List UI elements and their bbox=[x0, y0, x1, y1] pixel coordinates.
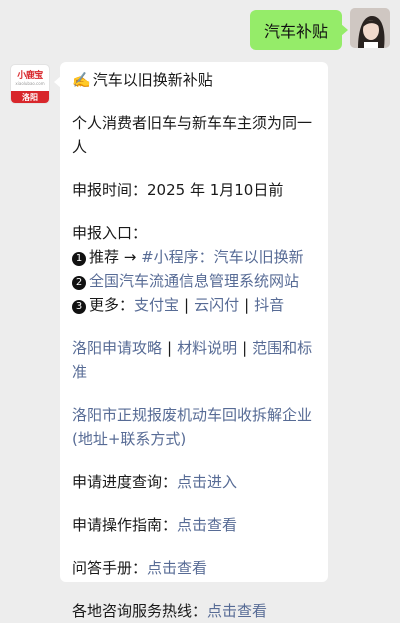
user-photo-icon bbox=[350, 8, 390, 48]
separator: | bbox=[184, 296, 190, 314]
bot-logo-name: 小鹿宝 bbox=[17, 70, 43, 81]
entry-lead: 推荐 → bbox=[89, 248, 142, 266]
bot-logo: 小鹿宝 xiaolubao.com bbox=[11, 65, 49, 91]
number-3-icon: 3 bbox=[72, 300, 86, 314]
row-label: 申请进度查询： bbox=[72, 473, 178, 491]
dismantle-company-link[interactable]: 洛阳市正规报废机动车回收拆解企业 (地址+联系方式) bbox=[72, 403, 316, 451]
hotline-link[interactable]: 点击查看 bbox=[207, 602, 267, 620]
sent-message-text: 汽车补贴 bbox=[263, 22, 328, 41]
row-label: 申请操作指南： bbox=[72, 516, 178, 534]
national-system-link[interactable]: 全国汽车流通信息管理系统网站 bbox=[89, 272, 299, 290]
entry-lead: 更多： bbox=[89, 296, 135, 314]
entry-item: 2 全国汽车流通信息管理系统网站 bbox=[72, 269, 316, 293]
entry-item: 1 推荐 → #小程序：汽车以旧换新 bbox=[72, 245, 316, 269]
bot-logo-city: 洛阳 bbox=[11, 91, 49, 103]
reply-title-text: 汽车以旧换新补贴 bbox=[92, 71, 213, 89]
guide-links: 洛阳申请攻略 | 材料说明 | 范围和标准 bbox=[72, 336, 316, 384]
deadline-text: 申报时间：2025 年 1月10日前 bbox=[72, 181, 284, 199]
requirement-text: 个人消费者旧车与新车车主须为同一人 bbox=[72, 114, 313, 156]
separator: | bbox=[244, 296, 250, 314]
progress-row: 申请进度查询：点击进入 bbox=[72, 470, 316, 494]
operation-guide-link[interactable]: 点击查看 bbox=[177, 516, 237, 534]
faq-link[interactable]: 点击查看 bbox=[147, 559, 207, 577]
guide-row: 申请操作指南：点击查看 bbox=[72, 513, 316, 537]
user-avatar[interactable] bbox=[350, 8, 390, 48]
separator: | bbox=[167, 339, 173, 357]
douyin-link[interactable]: 抖音 bbox=[254, 296, 284, 314]
alipay-link[interactable]: 支付宝 bbox=[134, 296, 179, 314]
materials-link[interactable]: 材料说明 bbox=[177, 339, 237, 357]
row-label: 问答手册： bbox=[72, 559, 148, 577]
number-1-icon: 1 bbox=[72, 252, 86, 266]
row-label: 各地咨询服务热线： bbox=[72, 602, 208, 620]
hotline-row: 各地咨询服务热线：点击查看 bbox=[72, 599, 316, 623]
number-2-icon: 2 bbox=[72, 276, 86, 290]
sent-message-bubble[interactable]: 汽车补贴 bbox=[249, 10, 349, 50]
miniprogram-link[interactable]: #小程序：汽车以旧换新 bbox=[141, 248, 304, 266]
bot-avatar[interactable]: 小鹿宝 xiaolubao.com 洛阳 bbox=[10, 64, 50, 104]
entry-item: 3 更多：支付宝 | 云闪付 | 抖音 bbox=[72, 293, 316, 317]
writing-hand-icon: ✍️ bbox=[72, 71, 91, 89]
reply-title: ✍️ 汽车以旧换新补贴 bbox=[72, 68, 316, 92]
bot-logo-sub: xiaolubao.com bbox=[15, 80, 45, 86]
entry-heading: 申报入口： bbox=[72, 224, 148, 242]
application-guide-link[interactable]: 洛阳申请攻略 bbox=[72, 339, 162, 357]
unionpay-link[interactable]: 云闪付 bbox=[194, 296, 239, 314]
faq-row: 问答手册：点击查看 bbox=[72, 556, 316, 580]
progress-query-link[interactable]: 点击进入 bbox=[177, 473, 237, 491]
separator: | bbox=[242, 339, 248, 357]
reply-bubble: ✍️ 汽车以旧换新补贴 个人消费者旧车与新车车主须为同一人 申报时间：2025 年… bbox=[54, 62, 328, 620]
